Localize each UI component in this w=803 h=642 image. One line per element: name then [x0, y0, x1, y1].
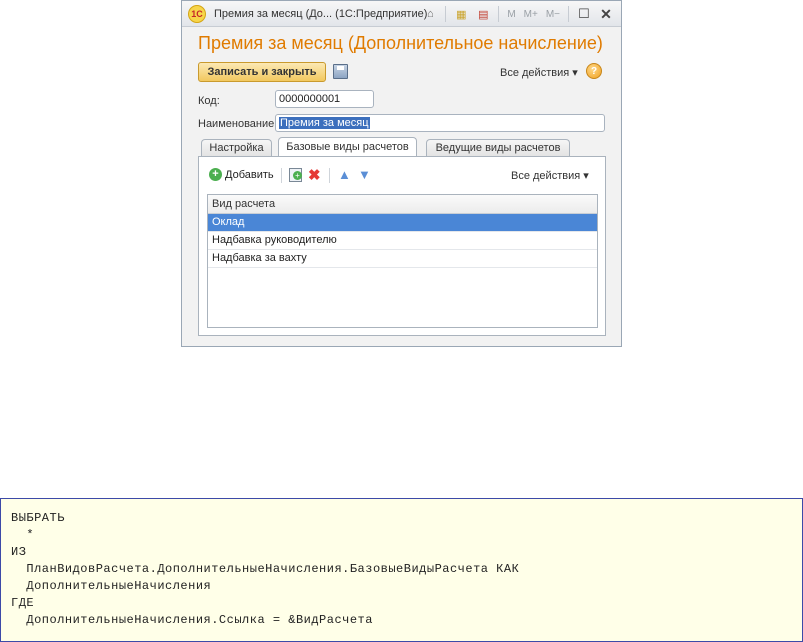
calendar-icon[interactable]: ▤ — [474, 5, 492, 23]
code-field[interactable]: 0000000001 — [275, 90, 374, 108]
app-window: 1С Премия за месяц (До... (1С:Предприяти… — [181, 0, 622, 347]
close-icon[interactable]: ✕ — [597, 5, 615, 23]
code-line: ВЫБРАТЬ — [11, 511, 65, 525]
help-icon[interactable]: ? — [586, 63, 602, 79]
save-icon[interactable] — [333, 64, 348, 79]
calculator-icon[interactable]: ▦ — [452, 5, 470, 23]
save-and-close-button[interactable]: Записать и закрыть — [198, 62, 326, 82]
all-actions-menu[interactable]: Все действия ▾ — [500, 66, 578, 79]
add-button[interactable]: + Добавить — [209, 168, 274, 181]
copy-icon[interactable] — [289, 168, 302, 182]
toolbar-divider — [498, 6, 500, 22]
title-toolbar: ⌂ ▦ ▤ M M+ M− ☐ ✕ — [421, 5, 615, 23]
add-icon: + — [209, 168, 222, 181]
table-row[interactable]: Надбавка руководителю — [208, 232, 597, 250]
home-icon[interactable]: ⌂ — [421, 5, 439, 23]
name-field[interactable]: Премия за месяц — [275, 114, 605, 132]
add-label: Добавить — [225, 168, 274, 181]
code-line: ГДЕ — [11, 596, 35, 610]
toolbar-divider — [445, 6, 447, 22]
window-title: Премия за месяц (До... (1С:Предприятие) — [214, 7, 428, 20]
query-code-block: ВЫБРАТЬ * ИЗ ПланВидовРасчета.Дополнител… — [0, 498, 803, 642]
tab-panel: + Добавить ✖ ▲ ▼ Все действия ▾ Вид расч… — [198, 156, 606, 336]
code-line: ДополнительныеНачисления — [11, 579, 212, 593]
code-line: ИЗ — [11, 545, 27, 559]
code-line: ДополнительныеНачисления.Ссылка = &ВидРа… — [11, 613, 373, 627]
memory-plus-button[interactable]: M+ — [522, 5, 540, 23]
table-row[interactable]: Надбавка за вахту — [208, 250, 597, 268]
form-title: Премия за месяц (Дополнительное начислен… — [198, 33, 603, 53]
name-field-value: Премия за месяц — [279, 117, 370, 129]
delete-icon[interactable]: ✖ — [308, 166, 321, 184]
name-label: Наименование: — [198, 118, 278, 130]
1c-logo-icon: 1С — [188, 4, 206, 23]
toolbar-divider — [568, 6, 569, 22]
move-up-icon[interactable]: ▲ — [338, 167, 351, 182]
code-line: ПланВидовРасчета.ДополнительныеНачислени… — [11, 562, 520, 576]
tab-leading-calc-types[interactable]: Ведущие виды расчетов — [426, 139, 570, 156]
calc-types-table[interactable]: Вид расчета Оклад Надбавка руководителю … — [207, 194, 598, 328]
table-row[interactable]: Оклад — [208, 214, 597, 232]
tab-base-calc-types[interactable]: Базовые виды расчетов — [278, 137, 417, 156]
column-header[interactable]: Вид расчета — [208, 195, 597, 214]
memory-minus-button[interactable]: M− — [544, 5, 562, 23]
toolbar-divider — [329, 168, 330, 183]
tab-settings[interactable]: Настройка — [201, 139, 272, 156]
maximize-icon[interactable]: ☐ — [575, 5, 593, 23]
move-down-icon[interactable]: ▼ — [358, 167, 371, 182]
code-line: * — [11, 528, 35, 542]
toolbar-divider — [281, 168, 282, 183]
memory-button[interactable]: M — [505, 5, 517, 23]
panel-all-actions-menu[interactable]: Все действия ▾ — [511, 169, 589, 182]
code-label: Код: — [198, 95, 220, 107]
title-bar: 1С Премия за месяц (До... (1С:Предприяти… — [182, 1, 621, 27]
